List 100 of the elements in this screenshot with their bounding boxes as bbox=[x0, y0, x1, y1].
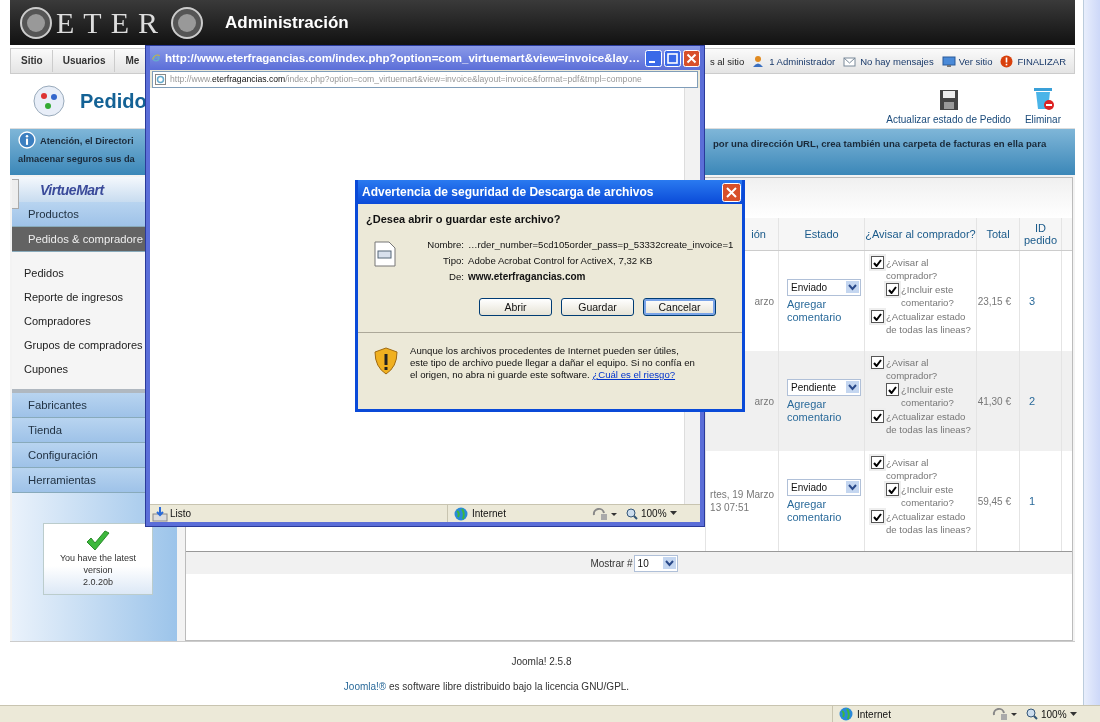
checkbox[interactable] bbox=[871, 410, 884, 423]
sidebar-item[interactable]: Compradores bbox=[24, 309, 145, 333]
checkmark-icon bbox=[873, 458, 882, 467]
notice-text: Atención, el Directori bbox=[40, 135, 135, 148]
field-label: Tipo: bbox=[442, 255, 464, 267]
version-text: You have the latest version bbox=[58, 552, 138, 576]
checkbox[interactable] bbox=[871, 510, 884, 523]
dialog-button[interactable]: Guardar bbox=[561, 298, 634, 316]
sidebar-section[interactable]: Configuración bbox=[12, 443, 145, 468]
menu-item[interactable]: Sitio bbox=[11, 50, 53, 72]
checkmark-icon bbox=[85, 530, 111, 552]
sidebar-section[interactable]: Tienda bbox=[12, 418, 145, 443]
status-select[interactable]: Enviado bbox=[787, 478, 861, 496]
caret-icon bbox=[1069, 711, 1077, 717]
option-label: ¿Avisar al comprador? bbox=[886, 256, 939, 282]
field-label: De: bbox=[448, 271, 464, 283]
menu-item[interactable]: Me bbox=[115, 50, 140, 72]
option-label: ¿Actualizar estado de todas las lineas? bbox=[886, 410, 972, 436]
option-label: ¿Incluir este comentario? bbox=[901, 383, 955, 409]
zoom-control[interactable]: 100% bbox=[626, 507, 700, 520]
collapse-handle[interactable] bbox=[12, 179, 19, 209]
checkmark-icon bbox=[873, 312, 882, 321]
dropdown-arrow-icon bbox=[846, 381, 859, 393]
address-field[interactable]: http://www.eterfragancias.com/index.php?option=com_virtuemart&view=invoice&layout=invoice&format=pdf&tmpl=compone bbox=[152, 70, 698, 88]
checkmark-icon bbox=[873, 258, 882, 267]
toolbar-button[interactable]: Actualizar estado de Pedido bbox=[886, 89, 1011, 125]
option-label: ¿Actualizar estado de todas las lineas? bbox=[886, 310, 972, 336]
menu-link[interactable]: s al sitio bbox=[709, 55, 745, 67]
page-icon bbox=[155, 73, 166, 85]
license-text: Joomla!® es software libre distribuido bajo la licencia GNU/GPL. bbox=[343, 681, 630, 692]
dialog-title: Advertencia de seguridad de Descarga de archivos bbox=[362, 185, 654, 199]
checkmark-icon bbox=[873, 358, 882, 367]
option-label: ¿Avisar al comprador? bbox=[886, 356, 939, 382]
checkbox[interactable] bbox=[871, 256, 884, 269]
status-select[interactable]: Enviado bbox=[787, 278, 861, 296]
status-text: Listo bbox=[170, 508, 192, 519]
notice-text: almacenar seguros sus da bbox=[18, 153, 135, 166]
monitor-icon bbox=[941, 54, 956, 68]
menu-link[interactable]: 1 Administrador bbox=[769, 55, 836, 67]
status-select[interactable]: Pendiente bbox=[787, 378, 861, 396]
risk-link[interactable]: ¿Cuál es el riesgo? bbox=[592, 369, 676, 380]
sidebar-item[interactable]: Reporte de ingresos bbox=[24, 285, 145, 309]
checkmark-icon bbox=[888, 285, 897, 294]
page-size-select[interactable]: 10 bbox=[633, 554, 678, 572]
window-title: http://www.eterfragancias.com/index.php?option=com_virtuemart&view=invoice&lay… bbox=[165, 52, 640, 64]
file-icon bbox=[374, 241, 396, 267]
minimize-icon bbox=[645, 49, 662, 67]
field-value: www.eterfragancias.com bbox=[468, 271, 587, 283]
scrollbar[interactable] bbox=[1083, 0, 1100, 705]
checkbox[interactable] bbox=[871, 356, 884, 369]
sidebar-section[interactable]: Fabricantes bbox=[12, 393, 145, 418]
notice-text: por una dirección URL, crea también una carpeta de facturas en ella para bbox=[713, 137, 1048, 151]
globe-icon bbox=[454, 506, 468, 521]
sidebar-section[interactable]: Productos bbox=[12, 202, 145, 227]
joomla-link[interactable]: Joomla!® bbox=[343, 681, 387, 692]
checkmark-icon bbox=[888, 385, 897, 394]
menu-link[interactable]: FINALIZAR bbox=[1017, 55, 1066, 67]
sidebar-section[interactable]: Herramientas bbox=[12, 468, 145, 493]
caret-icon bbox=[669, 511, 677, 516]
menu-link[interactable]: No hay mensajes bbox=[860, 55, 934, 67]
column-header: Estado bbox=[779, 218, 865, 250]
header-title: Administración bbox=[225, 12, 349, 33]
checkbox[interactable] bbox=[886, 283, 899, 296]
checkmark-icon bbox=[888, 485, 897, 494]
envelope-icon bbox=[843, 54, 858, 68]
globe-icon bbox=[839, 707, 853, 721]
column-header: ¿Avisar al comprador? bbox=[865, 218, 977, 250]
sidebar-section[interactable]: Pedidos & compradore bbox=[12, 227, 145, 252]
checkbox[interactable] bbox=[886, 483, 899, 496]
menu-item[interactable]: Usuarios bbox=[52, 50, 116, 72]
close-icon bbox=[722, 182, 741, 202]
version-number: 2.0.20b bbox=[83, 576, 113, 588]
add-comment-link[interactable]: Agregar comentario bbox=[787, 397, 857, 424]
sidebar-item[interactable]: Pedidos bbox=[24, 261, 145, 285]
dialog-question: ¿Desea abrir o guardar este archivo? bbox=[366, 213, 562, 225]
dialog-button[interactable]: Cancelar bbox=[643, 298, 716, 316]
toolbar-button[interactable]: Eliminar bbox=[1024, 85, 1061, 125]
zoom-icon bbox=[626, 507, 638, 520]
date-text: rtes, 19 Marzo 13 07:51 bbox=[710, 488, 774, 514]
checkbox[interactable] bbox=[871, 456, 884, 469]
security-zone: Internet bbox=[472, 508, 506, 519]
menu-link[interactable]: Ver sitio bbox=[958, 55, 993, 67]
checkbox[interactable] bbox=[886, 383, 899, 396]
zoom-control[interactable]: 100% bbox=[1026, 708, 1100, 720]
option-label: ¿Avisar al comprador? bbox=[886, 456, 939, 482]
sidebar-item[interactable]: Grupos de compradores bbox=[24, 333, 145, 357]
warning-text: Aunque los archivos procedentes de Internet pueden ser útiles, este tipo de archivo puede llegar a dañar el equipo. Si no confía en el origen, no abra ni guarde este software. ¿Cuál es el riesgo? bbox=[410, 345, 695, 381]
option-label: ¿Incluir este comentario? bbox=[901, 483, 955, 509]
checkmark-icon bbox=[873, 512, 882, 521]
sidebar-item[interactable]: Cupones bbox=[24, 357, 145, 381]
option-label: ¿Incluir este comentario? bbox=[901, 283, 955, 309]
checkmark-icon bbox=[873, 412, 882, 421]
dialog-button[interactable]: Abrir bbox=[479, 298, 552, 316]
zoom-icon bbox=[1026, 708, 1038, 720]
add-comment-link[interactable]: Agregar comentario bbox=[787, 497, 857, 524]
checkbox[interactable] bbox=[871, 310, 884, 323]
add-comment-link[interactable]: Agregar comentario bbox=[787, 297, 857, 324]
dropdown-arrow-icon bbox=[846, 281, 859, 293]
security-zone: Internet bbox=[857, 708, 891, 720]
date-text: arzo bbox=[754, 394, 774, 408]
